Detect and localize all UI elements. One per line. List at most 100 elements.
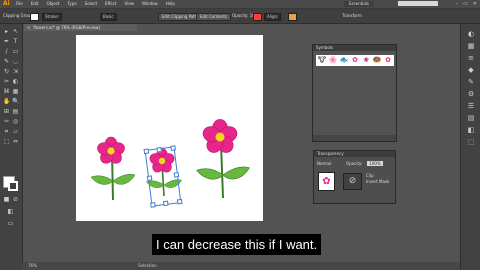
direct-selection-tool-icon[interactable]: ↖ bbox=[12, 28, 19, 35]
zoom-level[interactable]: 76% bbox=[28, 263, 37, 268]
symbol-item[interactable]: ✿ bbox=[350, 56, 360, 65]
menu-window[interactable]: Window bbox=[142, 0, 158, 8]
symbol-item[interactable]: 🍩 bbox=[372, 56, 382, 65]
symbol-item[interactable]: ✿ bbox=[383, 56, 393, 65]
align-panel-icon[interactable]: ⬚ bbox=[467, 138, 475, 146]
symbol-sprayer-tool-icon[interactable]: ⌘ bbox=[3, 88, 10, 95]
menu-object[interactable]: Object bbox=[46, 0, 59, 8]
symbol-item[interactable]: ❀ bbox=[361, 56, 371, 65]
window-controls: – ▭ ✕ bbox=[456, 0, 477, 8]
stroke-label[interactable]: Stroke: bbox=[42, 13, 63, 21]
swatches-panel-icon[interactable]: ▦ bbox=[467, 42, 475, 50]
style-swatch[interactable] bbox=[253, 13, 262, 21]
blob-brush-tool-icon[interactable]: ◡ bbox=[12, 58, 19, 65]
align-dropdown[interactable]: Align: bbox=[264, 13, 282, 21]
resize-handle[interactable] bbox=[176, 198, 183, 205]
resize-handle[interactable] bbox=[150, 202, 156, 208]
resize-handle[interactable] bbox=[156, 146, 162, 153]
width-tool-icon[interactable]: ⇔ bbox=[12, 138, 19, 145]
screen-mode-icon[interactable]: ▭ bbox=[7, 220, 14, 227]
gradient-tool-icon[interactable]: ▤ bbox=[12, 108, 19, 115]
menu-bar: Ai File Edit Object Type Select Effect V… bbox=[0, 0, 480, 9]
edit-contents-button[interactable]: Edit Contents bbox=[196, 13, 232, 21]
mask-options: Clip Invert Mask bbox=[366, 173, 389, 185]
scissors-tool-icon[interactable]: ✂ bbox=[3, 78, 10, 85]
brushes-panel-icon[interactable]: ✎ bbox=[467, 78, 475, 86]
make-mask-button[interactable]: ⊘ bbox=[343, 173, 362, 190]
mesh-tool-icon[interactable]: ⊞ bbox=[3, 108, 10, 115]
graphic-styles-panel-icon[interactable]: ⚙ bbox=[467, 90, 475, 98]
video-subtitle: I can decrease this if I want. bbox=[152, 234, 322, 255]
color-swatch[interactable] bbox=[288, 13, 297, 21]
menu-effect[interactable]: Effect bbox=[105, 0, 117, 8]
resize-handle[interactable] bbox=[146, 175, 153, 181]
scale-tool-icon[interactable]: ⇲ bbox=[12, 68, 19, 75]
color-panel-icon[interactable]: ◐ bbox=[467, 30, 475, 38]
flower-right[interactable] bbox=[196, 118, 250, 199]
rectangle-tool-icon[interactable]: ▭ bbox=[12, 48, 19, 55]
blend-tool-icon[interactable]: ◎ bbox=[12, 118, 19, 125]
control-bar: Clipping Group Stroke: Basic Edit Clippi… bbox=[0, 9, 480, 24]
type-tool-icon[interactable]: T bbox=[12, 38, 19, 45]
appearance-panel-icon[interactable]: ◆ bbox=[467, 66, 475, 74]
transparency-panel: Transparency Normal Opacity: 100% ✿ ⊘ Cl… bbox=[313, 150, 396, 204]
menu-type[interactable]: Type bbox=[67, 0, 76, 8]
none-mode-icon[interactable]: ⊘ bbox=[12, 196, 19, 203]
minimize-button[interactable]: – bbox=[456, 0, 459, 8]
close-window-button[interactable]: ✕ bbox=[473, 0, 477, 8]
brush-dropdown[interactable]: Basic bbox=[100, 13, 117, 21]
eyedropper-tool-icon[interactable]: ✑ bbox=[3, 118, 10, 125]
menu-file[interactable]: File bbox=[16, 0, 23, 8]
symbol-item[interactable]: 🐮 bbox=[317, 56, 327, 65]
app-logo: Ai bbox=[3, 0, 10, 7]
draw-mode-icon[interactable]: ◧ bbox=[7, 208, 14, 215]
hand-tool-icon[interactable]: ✋ bbox=[3, 98, 10, 105]
graph-tool-icon[interactable]: ▦ bbox=[12, 88, 19, 95]
transform-panel-icon[interactable]: ◧ bbox=[467, 126, 475, 134]
help-search-input[interactable] bbox=[398, 1, 438, 6]
document-tab[interactable]: × flowers.ai* @ 76% (RGB/Preview) bbox=[24, 24, 137, 31]
artboard-tool-icon[interactable]: ⬚ bbox=[3, 138, 10, 145]
menu-help[interactable]: Help bbox=[166, 0, 175, 8]
maximize-button[interactable]: ▭ bbox=[463, 0, 468, 8]
opacity-input[interactable]: 100% bbox=[367, 161, 383, 166]
stroke-panel-icon[interactable]: ≡ bbox=[467, 54, 475, 62]
shape-builder-tool-icon[interactable]: ◐ bbox=[12, 78, 19, 85]
current-tool-status: Selection bbox=[138, 263, 157, 268]
resize-handle[interactable] bbox=[163, 200, 169, 207]
slice-tool-icon[interactable]: ⌗ bbox=[3, 128, 10, 135]
selection-tool-icon[interactable]: ▸ bbox=[3, 28, 10, 35]
object-thumbnail: ✿ bbox=[318, 172, 335, 191]
workspace-switcher[interactable]: Essentials bbox=[344, 1, 375, 7]
blend-mode-dropdown[interactable]: Normal bbox=[317, 161, 331, 167]
eraser-tool-icon[interactable]: ▱ bbox=[12, 128, 19, 135]
edit-clipping-path-button[interactable]: Edit Clipping Path bbox=[158, 13, 202, 21]
flower-left[interactable] bbox=[90, 136, 136, 201]
resize-handle[interactable] bbox=[143, 148, 150, 155]
menu-edit[interactable]: Edit bbox=[31, 0, 39, 8]
line-tool-icon[interactable]: / bbox=[3, 48, 10, 55]
color-mode-icon[interactable]: ■ bbox=[3, 196, 10, 203]
invert-mask-checkbox[interactable]: Invert Mask bbox=[366, 179, 389, 185]
rotate-tool-icon[interactable]: ↻ bbox=[3, 68, 10, 75]
resize-handle[interactable] bbox=[170, 145, 176, 151]
menu-select[interactable]: Select bbox=[85, 0, 97, 8]
fill-swatch[interactable] bbox=[30, 13, 39, 21]
resize-handle[interactable] bbox=[173, 172, 180, 178]
menu-items: File Edit Object Type Select Effect View… bbox=[16, 0, 175, 8]
symbol-item[interactable]: 🐟 bbox=[339, 56, 349, 65]
artboard[interactable] bbox=[76, 35, 263, 221]
transform-link[interactable]: Transform bbox=[342, 13, 362, 19]
symbols-panel-title[interactable]: Symbols bbox=[313, 45, 396, 51]
close-tab-icon[interactable]: × bbox=[27, 25, 30, 30]
transparency-panel-title[interactable]: Transparency bbox=[314, 151, 395, 157]
opacity-label: Opacity: bbox=[346, 161, 363, 166]
menu-view[interactable]: View bbox=[125, 0, 135, 8]
artboards-panel-icon[interactable]: ▤ bbox=[467, 114, 475, 122]
stroke-color-box[interactable] bbox=[8, 181, 18, 191]
pen-tool-icon[interactable]: ✒ bbox=[3, 38, 10, 45]
pencil-tool-icon[interactable]: ✎ bbox=[3, 58, 10, 65]
symbol-item[interactable]: 🌸 bbox=[328, 56, 338, 65]
layers-panel-icon[interactable]: ☰ bbox=[467, 102, 475, 110]
zoom-tool-icon[interactable]: 🔍 bbox=[12, 98, 19, 105]
